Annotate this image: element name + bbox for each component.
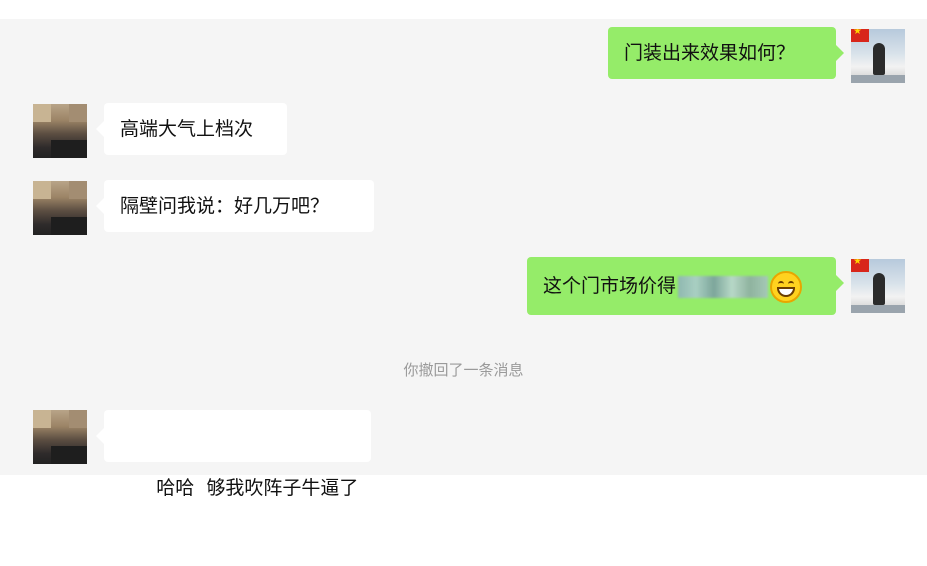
flag-icon [851,29,869,42]
message-text: 哈哈 够我吹阵子牛逼了 [156,477,359,499]
grinning-face-icon [770,270,803,303]
recall-notice: 你撤回了一条消息 [403,361,524,379]
redacted-text [678,275,769,298]
flag-icon [851,259,869,272]
avatar[interactable] [33,104,87,158]
message-bubble[interactable]: 隔壁问我说：好几万吧？ [96,180,374,232]
message-bubble[interactable]: 门装出来效果如何？ [608,27,844,79]
chat-history: 门装出来效果如何？ 高端大气上档次 隔壁问我说：好几万吧？ [0,19,927,499]
message-bubble[interactable]: 哈哈 够我吹阵子牛逼了 [96,410,371,499]
avatar[interactable] [851,29,905,83]
avatar[interactable] [33,410,87,464]
message-row-incoming: 哈哈 够我吹阵子牛逼了 [0,410,927,499]
message-row-incoming: 高端大气上档次 [0,103,927,159]
message-row-outgoing: 门装出来效果如何？ [0,27,927,83]
avatar[interactable] [33,181,87,235]
message-bubble[interactable]: 高端大气上档次 [96,103,287,155]
message-text: 高端大气上档次 [120,118,254,140]
message-text: 隔壁问我说：好几万吧？ [120,195,330,217]
message-row-incoming: 隔壁问我说：好几万吧？ [0,180,927,236]
message-row-outgoing: 这个门市场价得 [0,257,927,317]
avatar[interactable] [851,259,905,313]
message-text: 这个门市场价得 [543,275,677,297]
message-text: 门装出来效果如何？ [624,42,796,64]
message-bubble[interactable]: 这个门市场价得 [527,257,844,315]
